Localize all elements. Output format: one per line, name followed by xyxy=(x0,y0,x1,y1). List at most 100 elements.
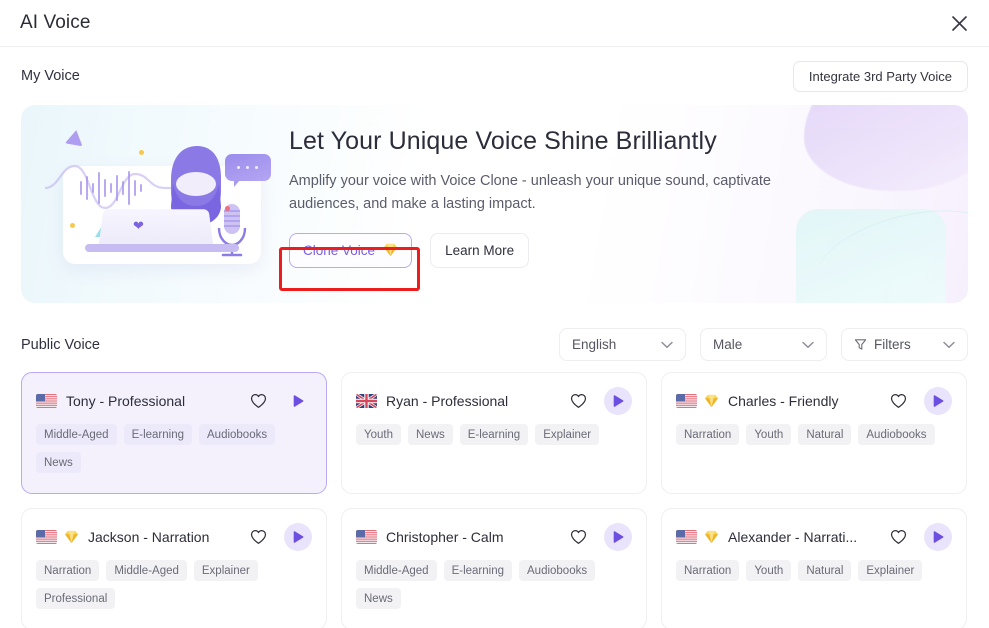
voice-tag-list: Middle-Aged E-learning Audiobooks News xyxy=(356,560,632,609)
voice-tag: Narration xyxy=(676,560,740,581)
voice-tag: News xyxy=(36,452,81,473)
play-icon xyxy=(933,531,943,543)
favorite-button[interactable] xyxy=(566,389,590,413)
voice-name: Tony - Professional xyxy=(66,393,186,409)
illustration-speech-bubble xyxy=(225,154,271,187)
gem-icon xyxy=(64,530,79,544)
banner-description: Amplify your voice with Voice Clone - un… xyxy=(289,173,771,212)
banner-heading: Let Your Unique Voice Shine Brilliantly xyxy=(289,127,717,155)
voice-tag: Youth xyxy=(356,424,401,445)
favorite-button[interactable] xyxy=(886,525,910,549)
voice-clone-illustration: ❤ xyxy=(39,118,289,288)
voice-card[interactable]: Alexander - Narrati... Narration Youth Natu… xyxy=(661,508,967,628)
voice-card[interactable]: Charles - Friendly Narration Youth Natural A… xyxy=(661,372,967,494)
gender-dropdown[interactable]: Male xyxy=(700,328,827,361)
play-icon xyxy=(933,395,943,407)
gem-icon xyxy=(384,244,398,257)
page-title: AI Voice xyxy=(20,12,91,33)
gender-dropdown-value: Male xyxy=(713,337,743,352)
heart-icon xyxy=(250,393,266,408)
voice-tag: Explainer xyxy=(193,560,258,581)
us-flag-icon xyxy=(676,394,697,408)
voice-clone-banner: ❤ Let Your Unique Voice Shine Brilliantl… xyxy=(21,105,968,303)
clone-voice-button[interactable]: Clone Voice xyxy=(289,232,413,268)
integrate-3rd-party-voice-button[interactable]: Integrate 3rd Party Voice xyxy=(792,60,968,92)
heart-icon xyxy=(890,529,906,544)
close-icon[interactable] xyxy=(943,7,975,39)
voice-tag: Professional xyxy=(36,588,116,609)
play-button[interactable] xyxy=(604,387,632,415)
voice-tag: Middle-Aged xyxy=(36,424,117,445)
voice-name: Jackson - Narration xyxy=(88,529,210,545)
favorite-button[interactable] xyxy=(886,389,910,413)
chevron-down-icon xyxy=(661,341,673,348)
filters-dropdown[interactable]: Filters xyxy=(841,328,968,361)
filter-icon xyxy=(854,339,867,350)
uk-flag-icon xyxy=(356,394,377,408)
public-voice-header: Public Voice English Male Filters xyxy=(0,317,989,372)
heart-icon xyxy=(570,529,586,544)
play-button[interactable] xyxy=(604,523,632,551)
public-voice-title: Public Voice xyxy=(21,336,100,353)
voice-name: Alexander - Narrati... xyxy=(728,529,858,545)
filters-dropdown-value: Filters xyxy=(874,337,911,352)
banner-content: Let Your Unique Voice Shine Brilliantly … xyxy=(289,127,944,268)
play-icon xyxy=(293,395,303,407)
learn-more-button[interactable]: Learn More xyxy=(430,232,530,268)
voice-tag: Natural xyxy=(798,560,852,581)
public-voice-grid: Tony - Professional Middle-Aged E-learning… xyxy=(0,372,989,628)
chevron-down-icon xyxy=(802,341,814,348)
my-voice-header: My Voice Integrate 3rd Party Voice xyxy=(0,47,989,105)
chevron-down-icon xyxy=(943,341,955,348)
voice-card[interactable]: Ryan - Professional Youth News E-learning Ex… xyxy=(341,372,647,494)
us-flag-icon xyxy=(36,394,57,408)
voice-card[interactable]: Christopher - Calm Middle-Aged E-learning A… xyxy=(341,508,647,628)
voice-card-header: Alexander - Narrati... xyxy=(676,523,952,551)
voice-tag: Audiobooks xyxy=(199,424,276,445)
play-button[interactable] xyxy=(924,387,952,415)
voice-tag: Narration xyxy=(676,424,740,445)
my-voice-title: My Voice xyxy=(21,68,80,84)
ai-voice-dialog: AI Voice My Voice Integrate 3rd Party Vo… xyxy=(0,0,989,628)
voice-tag: Explainer xyxy=(858,560,923,581)
voice-card[interactable]: Jackson - Narration Narration Middle-Aged E… xyxy=(21,508,327,628)
voice-tag: E-learning xyxy=(123,424,192,445)
voice-tag: Explainer xyxy=(535,424,600,445)
gem-icon xyxy=(704,530,719,544)
illustration-dot-yellow xyxy=(139,150,144,155)
voice-card[interactable]: Tony - Professional Middle-Aged E-learning… xyxy=(21,372,327,494)
gem-icon xyxy=(704,394,719,408)
us-flag-icon xyxy=(36,530,57,544)
banner-actions: Clone Voice Learn More xyxy=(289,232,944,268)
favorite-button[interactable] xyxy=(246,525,270,549)
voice-card-header: Jackson - Narration xyxy=(36,523,312,551)
voice-card-header: Ryan - Professional xyxy=(356,387,632,415)
voice-tag-list: Narration Youth Natural Explainer xyxy=(676,560,952,581)
voice-tag-list: Narration Middle-Aged Explainer Professiona… xyxy=(36,560,312,609)
voice-tag: Audiobooks xyxy=(519,560,596,581)
voice-tag: Middle-Aged xyxy=(106,560,187,581)
filter-bar: English Male Filters xyxy=(559,328,968,361)
voice-tag: Youth xyxy=(746,560,792,581)
voice-tag-list: Middle-Aged E-learning Audiobooks News xyxy=(36,424,312,473)
illustration-dot-yellow-2 xyxy=(70,223,75,228)
play-icon xyxy=(613,395,623,407)
illustration-dot-red xyxy=(225,206,230,211)
voice-tag-list: Narration Youth Natural Audiobooks xyxy=(676,424,952,445)
voice-card-header: Charles - Friendly xyxy=(676,387,952,415)
illustration-laptop-screen xyxy=(98,209,214,249)
heart-icon xyxy=(890,393,906,408)
favorite-button[interactable] xyxy=(566,525,590,549)
voice-tag: Audiobooks xyxy=(858,424,935,445)
favorite-button[interactable] xyxy=(246,389,270,413)
heart-icon xyxy=(250,529,266,544)
play-button[interactable] xyxy=(924,523,952,551)
play-button[interactable] xyxy=(284,523,312,551)
dialog-titlebar: AI Voice xyxy=(0,0,989,47)
voice-tag: News xyxy=(356,588,401,609)
play-button[interactable] xyxy=(284,387,312,415)
heart-icon xyxy=(570,393,586,408)
voice-card-header: Tony - Professional xyxy=(36,389,312,413)
voice-tag: Narration xyxy=(36,560,100,581)
language-dropdown[interactable]: English xyxy=(559,328,686,361)
